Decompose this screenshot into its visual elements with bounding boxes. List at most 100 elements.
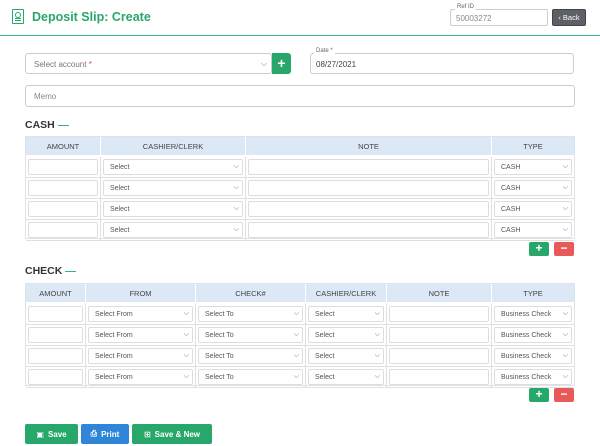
check-amount-input[interactable]: [28, 327, 83, 343]
check-from-select[interactable]: Select From ⌵: [88, 306, 193, 322]
cash-note-input[interactable]: [248, 180, 489, 196]
check-cashier-select[interactable]: Select ⌵: [308, 348, 384, 364]
check-cashier-select[interactable]: Select ⌵: [308, 306, 384, 322]
memo-placeholder: Memo: [34, 92, 57, 101]
check-number-select-cell: Select To ⌵: [196, 304, 306, 325]
check-header-check-number: CHECK#: [196, 284, 306, 302]
cash-amount-input[interactable]: [28, 201, 98, 217]
check-add-row-button[interactable]: +: [529, 388, 549, 402]
check-number-select[interactable]: Select To ⌵: [198, 348, 303, 364]
print-button[interactable]: ⎙ Print: [81, 424, 129, 444]
check-from-select[interactable]: Select From ⌵: [88, 348, 193, 364]
back-button[interactable]: ‹ Back: [552, 9, 586, 26]
check-header-cashier: CASHIER/CLERK: [306, 284, 387, 302]
check-from-select[interactable]: Select From ⌵: [88, 369, 193, 385]
cash-type-select[interactable]: CASH ⌵: [494, 222, 572, 238]
floppy-disk-icon: ▣: [36, 429, 44, 439]
cash-amount-input[interactable]: [28, 222, 98, 238]
cash-table-header: AMOUNT CASHIER/CLERK NOTE TYPE: [26, 137, 574, 155]
cash-cashier-select-cell: Select ⌵: [101, 199, 246, 220]
cash-cashier-select[interactable]: Select ⌵: [103, 201, 243, 217]
cash-amount-input[interactable]: [28, 159, 98, 175]
check-amount-input[interactable]: [28, 348, 83, 364]
check-from-select-cell: Select From ⌵: [86, 304, 196, 325]
check-note-input[interactable]: [389, 369, 489, 385]
check-type-select-value: Business Check: [501, 353, 552, 360]
page-title: Deposit Slip: Create: [32, 10, 151, 24]
cash-cashier-select-cell: Select ⌵: [101, 178, 246, 199]
cash-remove-row-button[interactable]: −: [554, 242, 574, 256]
check-note-input[interactable]: [389, 348, 489, 364]
check-number-select-value: Select To: [205, 353, 234, 360]
cash-add-row-button[interactable]: +: [529, 242, 549, 256]
chevron-left-icon: ‹: [558, 13, 561, 22]
check-cashier-select[interactable]: Select ⌵: [308, 327, 384, 343]
cash-cashier-select-cell: Select ⌵: [101, 220, 246, 241]
check-number-select-cell: Select To ⌵: [196, 367, 306, 388]
check-note-input[interactable]: [389, 306, 489, 322]
check-amount-input-cell: [26, 304, 86, 325]
cash-cashier-select[interactable]: Select ⌵: [103, 159, 243, 175]
check-type-select-cell: Business Check ⌵: [492, 325, 574, 346]
check-table-header: AMOUNT FROM CHECK# CASHIER/CLERK NOTE TY…: [26, 284, 574, 302]
cash-header-note: NOTE: [246, 137, 492, 155]
check-number-select[interactable]: Select To ⌵: [198, 327, 303, 343]
check-number-select-value: Select To: [205, 311, 234, 318]
check-amount-input-cell: [26, 325, 86, 346]
check-note-input[interactable]: [389, 327, 489, 343]
check-type-select[interactable]: Business Check ⌵: [494, 369, 572, 385]
check-cashier-select-cell: Select ⌵: [306, 304, 387, 325]
save-button[interactable]: ▣ Save: [25, 424, 78, 444]
check-number-select[interactable]: Select To ⌵: [198, 369, 303, 385]
check-cashier-select[interactable]: Select ⌵: [308, 369, 384, 385]
table-row: Select From ⌵ Select To ⌵ Select ⌵ Business Ch…: [26, 367, 574, 388]
cash-note-input[interactable]: [248, 201, 489, 217]
check-note-input-cell: [387, 367, 492, 388]
save-and-new-button[interactable]: ⊞ Save & New: [132, 424, 212, 444]
ref-id-label: Ref ID: [455, 4, 477, 10]
check-amount-input[interactable]: [28, 306, 83, 322]
table-row: Select From ⌵ Select To ⌵ Select ⌵ Business Ch…: [26, 325, 574, 346]
cash-cashier-select-value: Select: [110, 227, 130, 234]
check-type-select[interactable]: Business Check ⌵: [494, 348, 572, 364]
chevron-down-icon: ⌵: [233, 226, 239, 233]
check-amount-input[interactable]: [28, 369, 83, 385]
cash-type-select[interactable]: CASH ⌵: [494, 201, 572, 217]
check-from-select[interactable]: Select From ⌵: [88, 327, 193, 343]
chevron-down-icon: ⌵: [562, 331, 568, 338]
ref-id-value: 50003272: [456, 14, 492, 23]
ref-id-field[interactable]: Ref ID 50003272: [450, 4, 548, 26]
memo-input[interactable]: Memo: [25, 85, 575, 107]
cash-note-input[interactable]: [248, 159, 489, 175]
cash-type-select[interactable]: CASH ⌵: [494, 180, 572, 196]
account-select-placeholder: Select account *: [34, 60, 92, 69]
check-number-select[interactable]: Select To ⌵: [198, 306, 303, 322]
check-type-select[interactable]: Business Check ⌵: [494, 327, 572, 343]
cash-amount-input[interactable]: [28, 180, 98, 196]
check-number-select-cell: Select To ⌵: [196, 346, 306, 367]
cash-cashier-select[interactable]: Select ⌵: [103, 222, 243, 238]
cash-cashier-select[interactable]: Select ⌵: [103, 180, 243, 196]
check-type-select[interactable]: Business Check ⌵: [494, 306, 572, 322]
cash-type-select-value: CASH: [501, 164, 521, 171]
check-note-input-cell: [387, 325, 492, 346]
page-header: Deposit Slip: Create Ref ID 50003272 ‹ B…: [0, 0, 600, 36]
chevron-down-icon: ⌵: [562, 310, 568, 317]
check-type-select-cell: Business Check ⌵: [492, 367, 574, 388]
account-select[interactable]: Select account * ⌵: [25, 53, 272, 74]
check-section-title: CHECK: [25, 265, 77, 277]
cash-type-select[interactable]: CASH ⌵: [494, 159, 572, 175]
add-account-button[interactable]: +: [272, 53, 291, 74]
check-from-select-value: Select From: [95, 332, 133, 339]
check-cashier-select-value: Select: [315, 311, 335, 318]
check-cashier-select-cell: Select ⌵: [306, 346, 387, 367]
check-from-select-value: Select From: [95, 353, 133, 360]
date-field[interactable]: Date * 08/27/2021: [310, 48, 574, 74]
table-row: Select ⌵ CASH ⌵: [26, 199, 574, 220]
cash-note-input[interactable]: [248, 222, 489, 238]
cash-type-select-cell: CASH ⌵: [492, 178, 574, 199]
check-remove-row-button[interactable]: −: [554, 388, 574, 402]
chevron-down-icon: ⌵: [562, 163, 568, 170]
print-button-label: Print: [101, 429, 120, 439]
save-and-new-button-label: Save & New: [154, 429, 201, 439]
